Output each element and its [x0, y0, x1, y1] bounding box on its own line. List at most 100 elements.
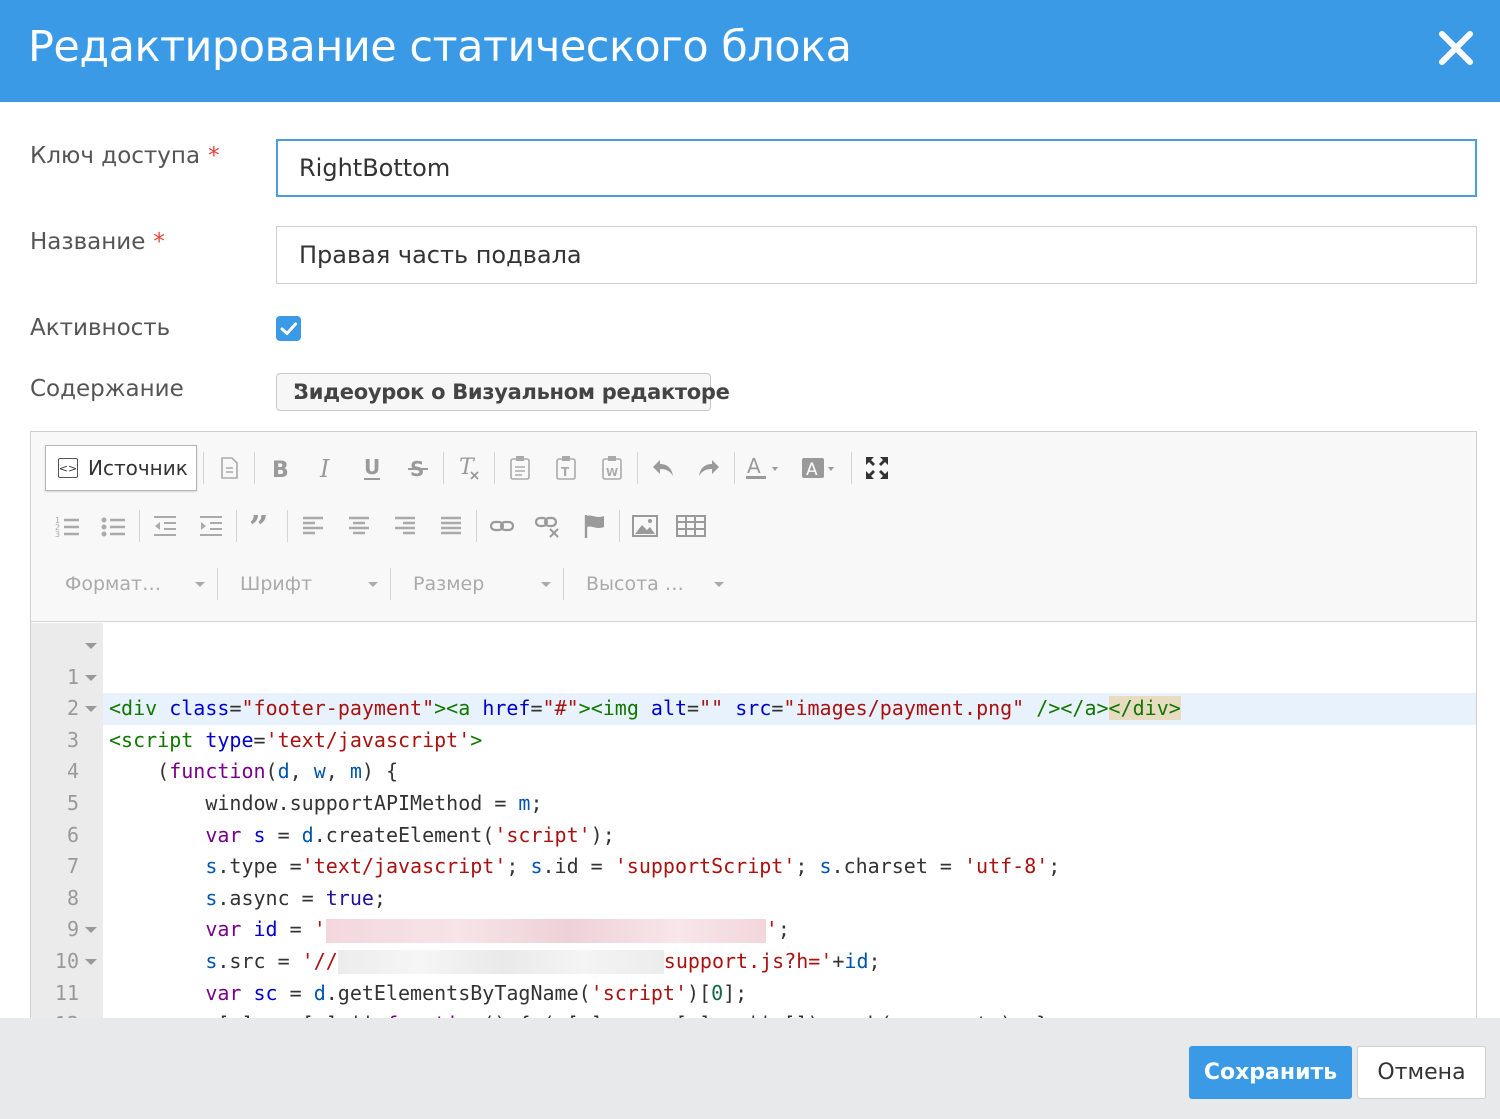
chevron-down-icon — [195, 581, 205, 587]
code-line[interactable]: 6 s.type ='text/javascript'; s.id = 'sup… — [31, 788, 1476, 879]
code-line[interactable]: 1 <div class="footer-payment"><a href="#… — [31, 630, 1476, 725]
line-height-combo-label: Высота … — [586, 573, 684, 595]
source-button[interactable]: <> Источник — [45, 445, 197, 491]
fold-arrow-icon[interactable] — [85, 959, 97, 965]
align-left-icon[interactable] — [290, 503, 336, 549]
dialog-footer: Сохранить Отмена — [0, 1018, 1500, 1119]
size-combo-label: Размер — [413, 573, 485, 595]
toolbar-separator — [236, 510, 237, 542]
active-checkbox[interactable] — [276, 316, 301, 341]
code-line[interactable]: 4 window.supportAPIMethod = m; — [31, 725, 1476, 815]
font-combo-label: Шрифт — [240, 573, 313, 595]
undo-icon[interactable] — [640, 445, 686, 491]
chevron-down-icon — [368, 581, 378, 587]
strikethrough-icon[interactable]: S — [395, 445, 441, 491]
anchor-icon[interactable] — [571, 503, 617, 549]
save-button[interactable]: Сохранить — [1189, 1046, 1352, 1099]
image-icon[interactable] — [622, 503, 668, 549]
code-line[interactable]: 11 w[m] = w[m] || function() { (w[m].q =… — [31, 946, 1476, 1030]
dialog-title: Редактирование статического блока — [28, 22, 852, 72]
editor-toolbar: <> Источник B I U S T T W A A 1 2 3 ” Фо… — [31, 432, 1476, 622]
svg-text:”: ” — [249, 515, 269, 537]
maximize-icon[interactable] — [854, 445, 900, 491]
unlink-icon[interactable] — [525, 503, 571, 549]
toolbar-separator — [850, 452, 852, 484]
dialog-header: Редактирование статического блока — [0, 0, 1500, 102]
source-label: Источник — [88, 456, 188, 480]
bulleted-list-icon[interactable] — [91, 503, 137, 549]
line-height-combo[interactable]: Высота … — [566, 561, 734, 607]
fold-arrow-icon[interactable] — [85, 674, 97, 681]
content-label: Содержание — [30, 376, 184, 402]
text-color-icon[interactable]: A — [737, 445, 793, 491]
code-line[interactable]: 10 var sc = d.getElementsByTagName('scri… — [31, 914, 1476, 1005]
svg-text:I: I — [319, 456, 330, 480]
underline-icon[interactable]: U — [349, 445, 395, 491]
cancel-button[interactable]: Отмена — [1357, 1046, 1486, 1099]
code-line[interactable]: 3 (function(d, w, m) { — [31, 693, 1476, 783]
numbered-list-icon[interactable]: 123 — [45, 503, 91, 549]
svg-text:U: U — [364, 455, 380, 479]
toolbar-separator — [619, 510, 620, 542]
toolbar-separator — [390, 568, 391, 600]
chevron-down-icon — [541, 581, 551, 587]
code-line[interactable]: 8 var id = ' '; — [31, 851, 1476, 943]
code-line[interactable]: 2 <script type='text/javascript'> — [31, 662, 1476, 752]
blockquote-icon[interactable]: ” — [239, 503, 285, 549]
paste-word-icon[interactable]: W — [589, 445, 635, 491]
source-code-editor[interactable]: 1 <div class="footer-payment"><a href="#… — [31, 623, 1476, 1030]
toolbar-separator — [253, 452, 255, 484]
access-key-input[interactable]: RightBottom — [276, 139, 1477, 197]
new-page-icon[interactable] — [206, 445, 252, 491]
code-line[interactable]: 9 s.src = '//support.js?h='+id; — [31, 883, 1476, 975]
toolbar-separator — [202, 452, 204, 484]
toolbar-separator — [493, 452, 495, 484]
table-icon[interactable] — [668, 503, 714, 549]
bold-icon[interactable]: B — [257, 445, 303, 491]
code-line[interactable]: 7 s.async = true; — [31, 820, 1476, 910]
code-line[interactable]: 5 var s = d.createElement('script'); — [31, 756, 1476, 847]
fold-arrow-icon[interactable] — [85, 643, 97, 649]
toolbar-row-3: Формат… Шрифт Размер Высота … — [45, 561, 734, 607]
close-icon[interactable] — [1436, 28, 1476, 68]
size-combo[interactable]: Размер — [393, 561, 561, 607]
chevron-down-icon — [714, 581, 724, 587]
name-input[interactable]: Правая часть подвала — [276, 226, 1477, 284]
rich-text-editor: <> Источник B I U S T T W A A 1 2 3 ” Фо… — [30, 431, 1477, 1031]
remove-format-icon[interactable]: T — [446, 445, 492, 491]
svg-text:W: W — [606, 466, 618, 479]
fold-arrow-icon[interactable] — [85, 927, 97, 934]
required-mark: * — [153, 229, 165, 255]
toolbar-separator — [442, 452, 444, 484]
video-tutorial-button[interactable]: Видеоурок о Визуальном редакторе — [276, 373, 730, 411]
svg-text:A: A — [806, 460, 818, 480]
toolbar-separator — [476, 510, 477, 542]
outdent-icon[interactable] — [142, 503, 188, 549]
toolbar-separator — [563, 568, 564, 600]
source-icon: <> — [58, 458, 78, 478]
font-combo[interactable]: Шрифт — [220, 561, 388, 607]
paste-icon[interactable] — [497, 445, 543, 491]
fold-arrow-icon[interactable] — [85, 706, 97, 713]
active-label: Активность — [30, 315, 171, 341]
toolbar-separator — [733, 452, 735, 484]
italic-icon[interactable]: I — [303, 445, 349, 491]
paste-text-icon[interactable]: T — [543, 445, 589, 491]
indent-icon[interactable] — [188, 503, 234, 549]
toolbar-separator — [287, 510, 288, 542]
access-key-label: Ключ доступа * — [30, 143, 220, 169]
redo-icon[interactable] — [686, 445, 732, 491]
toolbar-row-2: 123 ” — [45, 503, 714, 549]
align-right-icon[interactable] — [382, 503, 428, 549]
align-center-icon[interactable] — [336, 503, 382, 549]
toolbar-separator — [636, 452, 638, 484]
background-color-icon[interactable]: A — [793, 445, 849, 491]
toolbar-separator — [139, 510, 140, 542]
required-mark: * — [208, 143, 220, 169]
link-icon[interactable] — [479, 503, 525, 549]
toolbar-separator — [217, 568, 218, 600]
format-combo[interactable]: Формат… — [45, 561, 215, 607]
justify-icon[interactable] — [428, 503, 474, 549]
svg-text:B: B — [272, 458, 289, 480]
code-line[interactable]: 12 if (sc) sc.parentNode.insertBefore(s,… — [31, 978, 1476, 1030]
